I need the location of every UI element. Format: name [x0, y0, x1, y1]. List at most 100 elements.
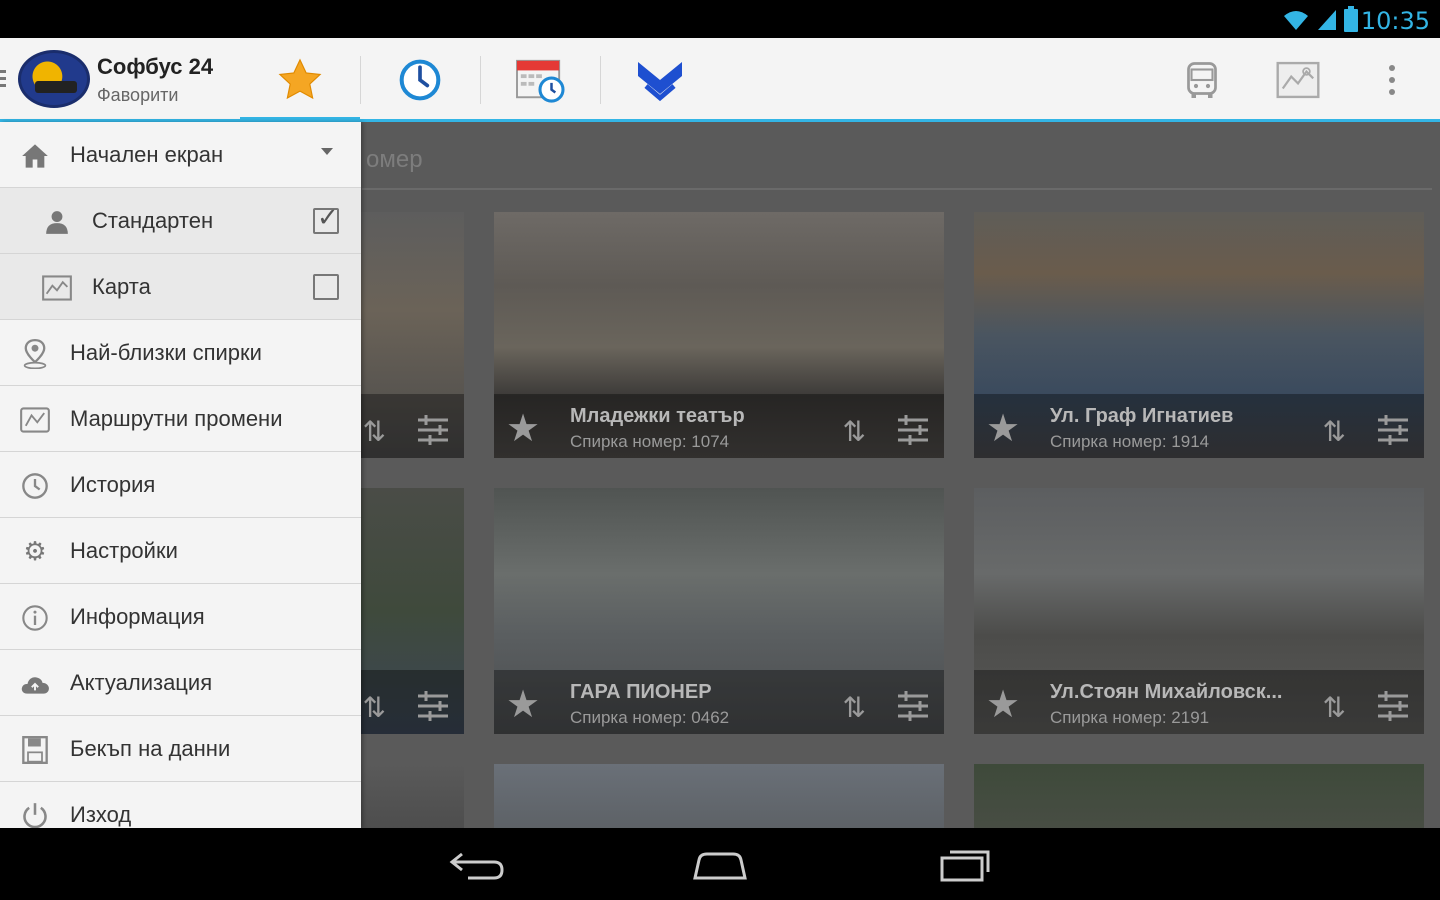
drawer-item-backup[interactable]: Бекъп на данни: [0, 716, 361, 782]
drawer-item-update[interactable]: Актуализация: [0, 650, 361, 716]
reorder-icon[interactable]: ⇅: [843, 418, 866, 446]
drawer-indicator-icon[interactable]: [0, 70, 6, 90]
map-button[interactable]: [1258, 38, 1338, 122]
search-placeholder: омер: [366, 146, 423, 173]
stop-name: Младежки театър: [570, 405, 745, 427]
clock-icon: [399, 59, 441, 101]
reorder-icon[interactable]: ⇅: [363, 418, 386, 446]
stop-card[interactable]: ★ ГАРА ПИОНЕР Спирка номер: 0462 ⇅: [494, 488, 944, 734]
drawer-item-settings[interactable]: ⚙ Настройки: [0, 518, 361, 584]
drawer-item-label: Актуализация: [70, 670, 213, 695]
favorite-star-icon[interactable]: ★: [986, 686, 1020, 724]
drawer-item-home-screen[interactable]: Начален екран: [0, 122, 361, 188]
stop-number: Спирка номер: 2191: [1050, 708, 1210, 727]
stop-card[interactable]: ★ Ул. Граф Игнатиев Спирка номер: 1914 ⇅: [974, 212, 1424, 458]
clock-icon: [20, 471, 50, 501]
stop-name: Ул. Граф Игнатиев: [1050, 405, 1234, 427]
drawer-item-standard[interactable]: Стандартен: [0, 188, 361, 254]
location-pin-icon: [20, 339, 50, 369]
reorder-icon[interactable]: ⇅: [843, 694, 866, 722]
map-icon: [1276, 61, 1320, 99]
drawer-item-label: Най-близки спирки: [70, 340, 262, 365]
battery-icon: [1344, 6, 1358, 32]
bus-icon: [1187, 62, 1217, 98]
info-icon: [20, 603, 50, 633]
drawer-item-map[interactable]: Карта: [0, 254, 361, 320]
overflow-menu-icon: [1389, 65, 1395, 95]
standard-checkbox[interactable]: [313, 202, 339, 234]
app-logo[interactable]: [18, 50, 90, 108]
drawer-item-route-changes[interactable]: Маршрутни промени: [0, 386, 361, 452]
drawer-item-nearest-stops[interactable]: Най-близки спирки: [0, 320, 361, 386]
status-bar: 10:35: [0, 0, 1440, 38]
metro-icon: [638, 62, 682, 102]
sliders-icon[interactable]: [896, 690, 930, 722]
overflow-menu-button[interactable]: [1352, 38, 1432, 122]
favorite-star-icon[interactable]: ★: [986, 410, 1020, 448]
tab-schedule[interactable]: [360, 38, 480, 122]
drawer-item-label: История: [70, 472, 156, 497]
home-icon[interactable]: [685, 844, 755, 884]
reorder-icon[interactable]: ⇅: [363, 694, 386, 722]
calendar-clock-icon: [516, 59, 565, 103]
stop-name: ГАРА ПИОНЕР: [570, 681, 712, 703]
sliders-icon[interactable]: [416, 414, 450, 446]
map-icon: [42, 273, 72, 303]
back-icon[interactable]: [444, 844, 514, 884]
drawer-item-label: Карта: [92, 274, 151, 299]
favorite-star-icon[interactable]: ★: [506, 686, 540, 724]
app-title: Софбус 24: [97, 54, 214, 79]
drawer-item-label: Информация: [70, 604, 205, 629]
cloud-upload-icon: [20, 669, 50, 699]
drawer-item-label: Маршрутни промени: [70, 406, 283, 431]
stop-card[interactable]: ★ Ул.Стоян Михайловск... Спирка номер: 2…: [974, 488, 1424, 734]
drawer-item-label: Настройки: [70, 538, 178, 563]
stop-name: Ул.Стоян Михайловск...: [1050, 681, 1283, 703]
stop-photo: [494, 764, 944, 828]
status-icons: [1282, 6, 1358, 32]
navigation-drawer: Начален екран Стандартен Карта Най-близк…: [0, 122, 361, 828]
drawer-item-history[interactable]: История: [0, 452, 361, 518]
recents-icon[interactable]: [930, 844, 1000, 884]
search-input[interactable]: омер: [362, 122, 1432, 190]
home-icon: [20, 141, 50, 171]
tab-favorites[interactable]: [240, 38, 360, 125]
drawer-item-label: Бекъп на данни: [70, 736, 231, 761]
stop-card[interactable]: ★ Младежки театър Спирка номер: 1074 ⇅: [494, 212, 944, 458]
stop-card[interactable]: [494, 764, 944, 828]
star-icon: [278, 58, 322, 100]
stop-card[interactable]: [974, 764, 1424, 828]
reorder-icon[interactable]: ⇅: [1323, 694, 1346, 722]
route-changes-icon: [20, 405, 50, 435]
drawer-item-label: Начален екран: [70, 142, 224, 167]
status-clock: 10:35: [1360, 7, 1430, 35]
drawer-item-label: Изход: [70, 802, 132, 827]
stop-photo: [974, 764, 1424, 828]
wifi-icon: [1284, 11, 1308, 30]
map-checkbox[interactable]: [313, 274, 339, 300]
favorite-star-icon[interactable]: ★: [506, 410, 540, 448]
sliders-icon[interactable]: [416, 690, 450, 722]
bus-button[interactable]: [1162, 38, 1242, 122]
drawer-item-exit[interactable]: Изход: [0, 782, 361, 828]
app-subtitle: Фаворити: [97, 85, 179, 105]
drawer-item-label: Стандартен: [92, 208, 214, 233]
save-icon: [20, 735, 50, 765]
gear-icon: ⚙: [23, 537, 47, 567]
sliders-icon[interactable]: [896, 414, 930, 446]
sliders-icon[interactable]: [1376, 690, 1410, 722]
sliders-icon[interactable]: [1376, 414, 1410, 446]
action-bar: Софбус 24 Фаворити: [0, 38, 1440, 125]
person-icon: [42, 207, 72, 237]
tab-calendar[interactable]: [480, 38, 600, 122]
stop-number: Спирка номер: 1074: [570, 432, 730, 451]
signal-icon: [1318, 10, 1336, 30]
chevron-down-icon: [321, 148, 333, 155]
drawer-item-information[interactable]: Информация: [0, 584, 361, 650]
tab-metro[interactable]: [600, 38, 720, 122]
stop-number: Спирка номер: 0462: [570, 708, 730, 727]
reorder-icon[interactable]: ⇅: [1323, 418, 1346, 446]
system-navigation-bar: [0, 828, 1440, 900]
stop-number: Спирка номер: 1914: [1050, 432, 1210, 451]
power-icon: [20, 801, 50, 828]
